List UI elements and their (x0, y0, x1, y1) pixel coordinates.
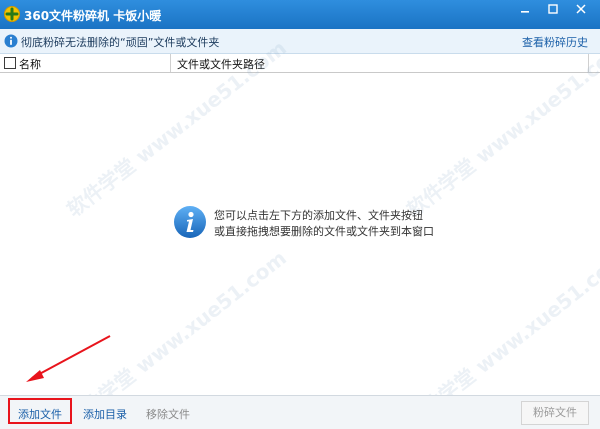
empty-hint-line: 您可以点击左下方的添加文件、文件夹按钮 (214, 209, 423, 222)
app-logo-icon (4, 6, 20, 22)
list-header: 名称 文件或文件夹路径 (0, 54, 600, 73)
shred-file-button[interactable]: 粉碎文件 (521, 401, 589, 425)
add-directory-button[interactable]: 添加目录 (83, 406, 127, 422)
maximize-button[interactable] (539, 0, 567, 22)
info-bar: 彻底粉碎无法删除的“顽固”文件或文件夹 查看粉碎历史 (0, 29, 600, 54)
minimize-button[interactable] (511, 0, 539, 22)
maximize-icon (548, 4, 558, 14)
annotation-highlight-box (8, 398, 72, 424)
file-shredder-window: 360文件粉碎机 卡饭小暖 彻底粉碎无法删除的“顽固”文件或文件夹 查看粉碎历史… (0, 0, 600, 429)
column-header-name[interactable]: 名称 (19, 56, 41, 72)
select-all-checkbox[interactable] (4, 57, 16, 69)
info-icon (4, 34, 18, 48)
close-icon (576, 4, 586, 14)
remove-file-button[interactable]: 移除文件 (146, 406, 190, 422)
info-circle-icon (174, 206, 206, 238)
window-title: 360文件粉碎机 卡饭小暖 (24, 9, 162, 23)
minimize-icon (521, 11, 529, 13)
footer-toolbar: 添加文件 添加目录 移除文件 粉碎文件 (0, 395, 600, 429)
annotation-arrow (26, 335, 111, 382)
view-history-link[interactable]: 查看粉碎历史 (522, 34, 588, 50)
empty-hint: 您可以点击左下方的添加文件、文件夹按钮 或直接拖拽想要删除的文件或文件夹到本窗口 (214, 208, 434, 240)
info-text: 彻底粉碎无法删除的“顽固”文件或文件夹 (21, 36, 220, 49)
empty-hint-line: 或直接拖拽想要删除的文件或文件夹到本窗口 (214, 225, 434, 238)
column-divider[interactable] (170, 54, 171, 72)
title-bar[interactable]: 360文件粉碎机 卡饭小暖 (0, 0, 600, 29)
close-button[interactable] (567, 0, 595, 22)
